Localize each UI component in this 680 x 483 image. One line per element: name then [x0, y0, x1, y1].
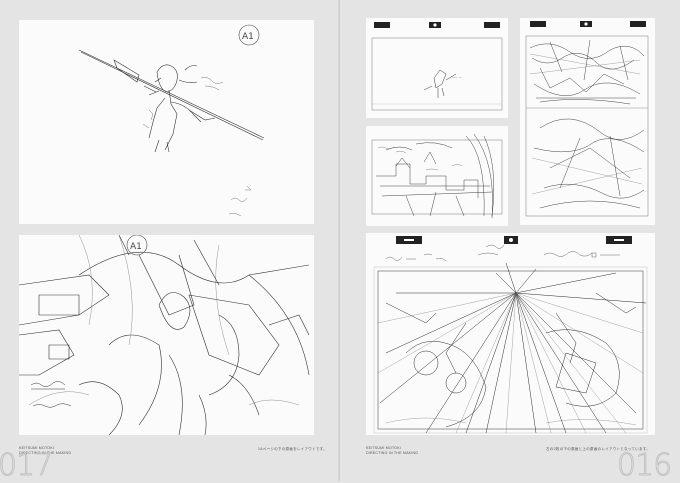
cut-label: A1 — [242, 32, 254, 42]
page-number: 017 — [0, 448, 54, 483]
layout-sheet-middle — [366, 126, 508, 226]
credit-line: KEITSUMI MOTOKI DIRECTING IN THE MAKING — [366, 446, 418, 455]
layout-sketch-explosion — [373, 236, 648, 434]
credit-line2: DIRECTING IN THE MAKING — [366, 450, 419, 455]
sketch-sheet-top: A1 — [19, 20, 314, 224]
layout-sheet-small-top: ~~~ ~~ — [366, 18, 508, 118]
mecha-sketch-closeup: A1 — [19, 235, 310, 435]
sketch-sheet-bottom: A1 — [19, 235, 314, 435]
svg-text:~~~ ~~: ~~~ ~~ — [452, 75, 462, 79]
right-page: ~~~ ~~ KEITSUMI MOTOKI DIRECTING IN THE … — [340, 0, 680, 481]
layout-sketch-city — [371, 133, 503, 219]
page-number: 016 — [617, 448, 673, 483]
caption-text: 1Aページの下の原画をレイアウトです。 — [258, 447, 327, 451]
mecha-sketch-flying: A1 — [78, 24, 265, 217]
left-page: A1 A1 KEITSUMI MOTOKI DIRECTING IN THE M… — [0, 0, 340, 481]
cut-label: A1 — [130, 242, 142, 252]
layout-sketch: ~~~ ~~ — [371, 22, 503, 111]
layout-sheet-tall — [520, 18, 655, 225]
book-spread: A1 A1 KEITSUMI MOTOKI DIRECTING IN THE M… — [0, 0, 680, 481]
layout-sheet-large — [366, 233, 655, 435]
layout-sketch-dense — [525, 21, 649, 217]
